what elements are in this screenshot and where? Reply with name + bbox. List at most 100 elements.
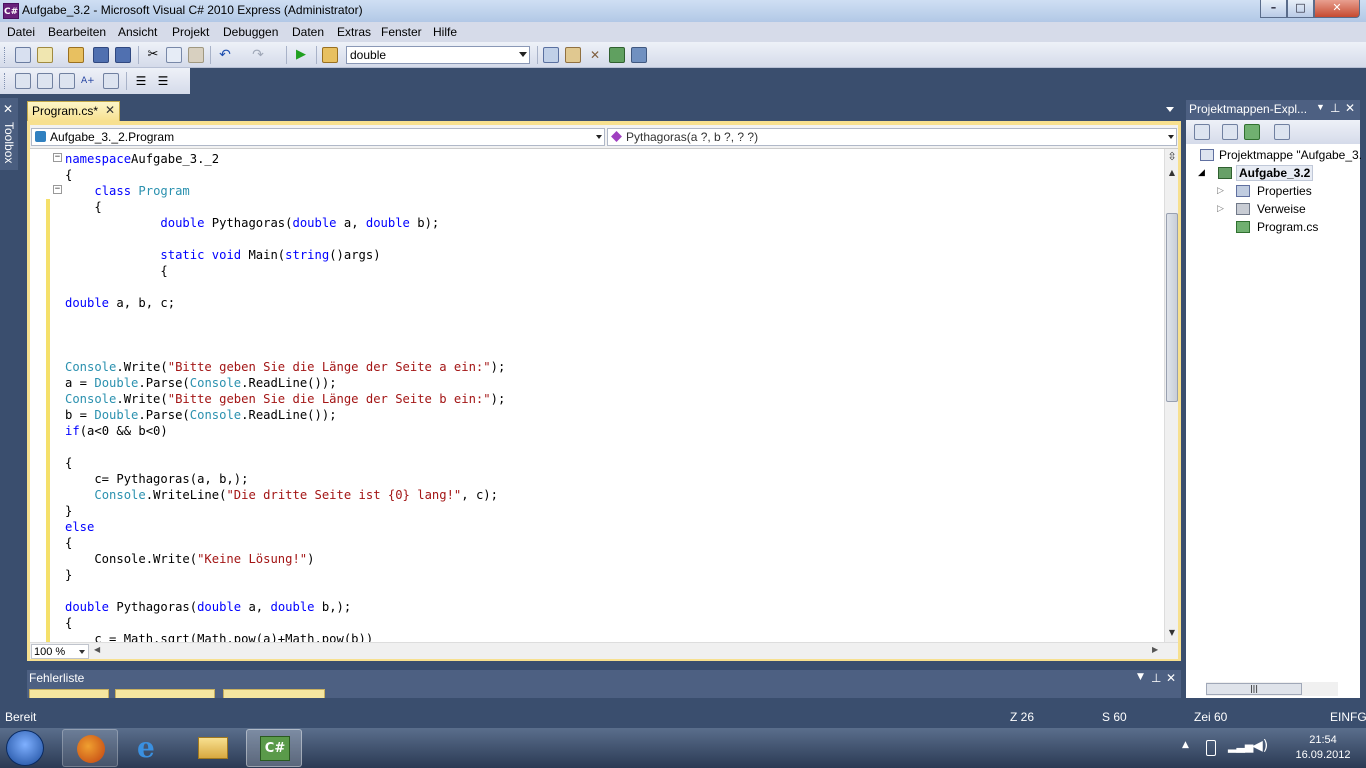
chevron-down-icon — [79, 650, 85, 654]
undo-icon[interactable]: ↶ — [217, 47, 233, 63]
toolbox-tab[interactable]: ✕ Toolbox — [0, 98, 18, 170]
scroll-down-icon[interactable]: ▼ — [1167, 627, 1177, 639]
chevron-down-icon — [1168, 135, 1174, 139]
close-button[interactable]: ✕ — [1314, 0, 1360, 18]
member-combo[interactable]: Pythagoras(a ?, b ?, ? ?) — [607, 128, 1177, 146]
find-icon[interactable] — [543, 47, 559, 63]
refresh-icon[interactable] — [1244, 124, 1260, 140]
configuration-value: double — [350, 48, 387, 62]
close-icon[interactable]: ✕ — [1345, 101, 1355, 115]
tree-item-project[interactable]: Aufgabe_3.2 — [1236, 165, 1314, 181]
start-page-icon[interactable] — [609, 47, 625, 63]
start-debug-icon[interactable]: ▶ — [293, 47, 309, 63]
menu-bearbeiten[interactable]: Bearbeiten — [48, 25, 106, 39]
tree-item-properties[interactable]: Properties — [1257, 184, 1312, 198]
maximize-button[interactable]: □ — [1287, 0, 1314, 18]
configuration-combo[interactable]: double — [346, 46, 530, 64]
parameter-info-icon[interactable] — [37, 73, 53, 89]
uncomment-icon[interactable]: ☰ — [155, 73, 171, 89]
volume-icon[interactable]: ◀) — [1252, 738, 1268, 754]
find-in-files-icon[interactable] — [322, 47, 338, 63]
new-project-icon[interactable] — [15, 47, 31, 63]
collapse-icon[interactable]: − — [53, 185, 62, 194]
scroll-up-icon[interactable]: ▲ — [1167, 167, 1177, 179]
toolbar-grip[interactable] — [4, 47, 7, 63]
comment-icon[interactable]: ☰ — [133, 73, 149, 89]
pin-icon[interactable]: ⊥ — [1151, 671, 1161, 685]
code-line: double Pythagoras(double a, double b); — [160, 216, 440, 230]
scroll-thumb[interactable]: ||| — [1206, 683, 1302, 695]
show-all-files-icon[interactable] — [1222, 124, 1238, 140]
firefox-taskbar-button[interactable] — [62, 729, 118, 767]
explorer-taskbar-button[interactable] — [184, 729, 240, 767]
messages-filter-tab[interactable] — [223, 689, 325, 698]
add-item-icon[interactable] — [37, 47, 53, 63]
scroll-thumb[interactable] — [1166, 213, 1178, 402]
properties-icon[interactable] — [565, 47, 581, 63]
code-editor: Aufgabe_3._2.Program Pythagoras(a ?, b ?… — [27, 121, 1181, 661]
scroll-left-icon[interactable]: ◀ — [94, 645, 100, 654]
battery-icon[interactable] — [1206, 740, 1216, 756]
scroll-right-icon[interactable]: ▶ — [1152, 645, 1158, 654]
view-code-icon[interactable] — [1274, 124, 1290, 140]
ie-taskbar-button[interactable]: e — [123, 729, 179, 767]
paste-icon[interactable] — [188, 47, 204, 63]
start-button-icon[interactable] — [6, 730, 44, 766]
close-icon[interactable]: ✕ — [105, 103, 115, 117]
solution-explorer-hscrollbar[interactable]: ||| — [1206, 682, 1338, 696]
show-hidden-icons-icon[interactable]: ▲ — [1182, 740, 1189, 750]
tree-item-references[interactable]: Verweise — [1257, 202, 1306, 216]
menu-hilfe[interactable]: Hilfe — [433, 25, 457, 39]
menu-fenster[interactable]: Fenster — [381, 25, 422, 39]
collapse-icon[interactable]: − — [53, 153, 62, 162]
expand-icon[interactable]: ▷ — [1217, 203, 1224, 214]
active-files-dropdown-icon[interactable] — [1166, 107, 1174, 112]
menu-projekt[interactable]: Projekt — [172, 25, 209, 39]
minimize-button[interactable]: – — [1260, 0, 1287, 18]
code-line: Console.Write("Keine Lösung!") — [65, 552, 315, 566]
quick-info-icon[interactable] — [59, 73, 75, 89]
menu-daten[interactable]: Daten — [292, 25, 324, 39]
zoom-combo[interactable]: 100 % — [31, 644, 89, 659]
complete-word-icon[interactable]: A+ — [81, 73, 97, 89]
menu-debuggen[interactable]: Debuggen — [223, 25, 278, 39]
vertical-scrollbar[interactable]: ⇳ ▲ ▼ — [1164, 149, 1178, 642]
save-icon[interactable] — [93, 47, 109, 63]
properties-icon[interactable] — [1194, 124, 1210, 140]
close-icon[interactable]: ✕ — [1166, 671, 1176, 685]
open-folder-icon[interactable] — [68, 47, 84, 63]
tree-item-program-cs[interactable]: Program.cs — [1257, 220, 1318, 234]
visual-csharp-taskbar-button[interactable]: C# — [246, 729, 302, 767]
solution-icon — [1200, 149, 1214, 161]
object-members-icon[interactable] — [15, 73, 31, 89]
warnings-filter-tab[interactable] — [115, 689, 215, 698]
redo-icon[interactable]: ↷ — [250, 47, 266, 63]
copy-icon[interactable] — [166, 47, 182, 63]
save-all-icon[interactable] — [115, 47, 131, 63]
split-icon[interactable]: ⇳ — [1167, 151, 1177, 163]
expand-icon[interactable]: ▷ — [1217, 185, 1224, 196]
code-line: } — [65, 568, 73, 582]
code-line: if(a<0 && b<0) — [65, 424, 168, 438]
chevron-down-icon[interactable]: ▼ — [1316, 102, 1325, 112]
menu-datei[interactable]: Datei — [7, 25, 35, 39]
text-editor-toolbar: A+ ☰ ☰ — [0, 68, 1366, 94]
indent-icon[interactable] — [103, 73, 119, 89]
network-signal-icon[interactable]: ▂▃▅ — [1228, 740, 1253, 753]
chevron-down-icon — [596, 135, 602, 139]
cut-icon[interactable]: ✂ — [145, 47, 161, 63]
type-combo[interactable]: Aufgabe_3._2.Program — [31, 128, 605, 146]
tab-program-cs[interactable]: Program.cs* ✕ — [27, 101, 120, 121]
expand-icon[interactable]: ◢ — [1198, 167, 1205, 178]
chevron-down-icon[interactable]: ▼ — [1137, 672, 1144, 682]
errors-filter-tab[interactable] — [29, 689, 109, 698]
clock[interactable]: 21:54 16.09.2012 — [1288, 733, 1358, 763]
menu-extras[interactable]: Extras — [337, 25, 371, 39]
menu-ansicht[interactable]: Ansicht — [118, 25, 157, 39]
pin-icon[interactable]: ⊥ — [1330, 101, 1340, 115]
tools-icon[interactable]: ✕ — [587, 47, 603, 63]
toolbar-grip[interactable] — [4, 73, 7, 89]
window-layout-icon[interactable] — [631, 47, 647, 63]
code-area[interactable]: − − namespaceAufgabe_3._2 { class Program… — [30, 149, 1164, 642]
tree-item-solution[interactable]: Projektmappe "Aufgabe_3. — [1219, 148, 1362, 162]
